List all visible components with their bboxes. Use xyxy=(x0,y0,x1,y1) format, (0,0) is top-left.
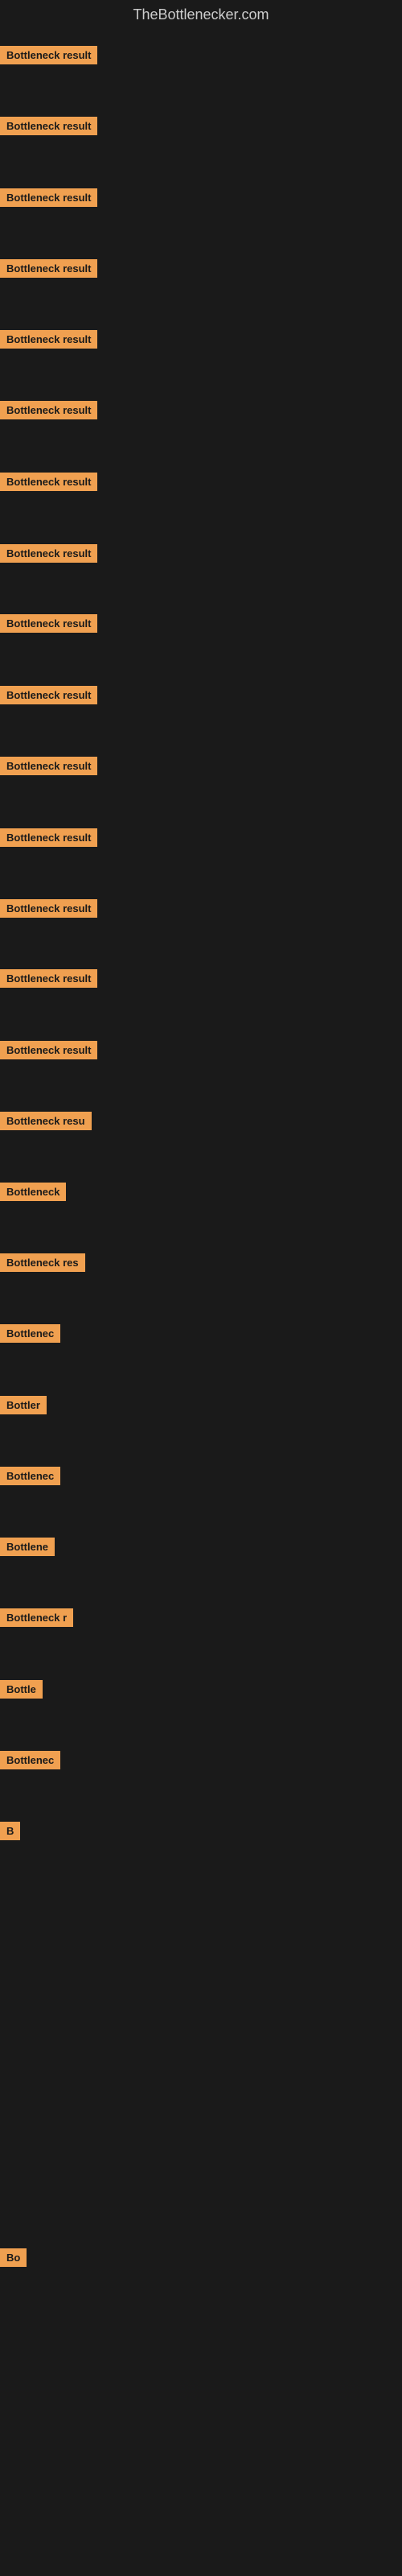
bottleneck-badge: Bottleneck result xyxy=(0,757,97,775)
bottleneck-item[interactable]: Bottlenec xyxy=(0,1751,60,1773)
bottleneck-item[interactable]: Bottleneck xyxy=(0,1183,66,1205)
bottleneck-badge: Bottleneck xyxy=(0,1183,66,1201)
bottleneck-item[interactable]: Bottlenec xyxy=(0,1467,60,1489)
bottleneck-item[interactable]: Bottleneck result xyxy=(0,686,97,708)
bottleneck-badge: Bottlene xyxy=(0,1538,55,1556)
bottleneck-item[interactable]: Bottleneck result xyxy=(0,544,97,567)
bottleneck-badge: Bottle xyxy=(0,1680,43,1699)
bottleneck-item[interactable]: Bottleneck result xyxy=(0,1041,97,1063)
bottleneck-badge: Bottleneck result xyxy=(0,1041,97,1059)
bottleneck-badge: Bottlenec xyxy=(0,1324,60,1343)
bottleneck-badge: Bottleneck result xyxy=(0,259,97,278)
bottleneck-item[interactable]: Bottleneck result xyxy=(0,46,97,68)
bottleneck-item[interactable]: Bottleneck r xyxy=(0,1608,73,1631)
bottleneck-item[interactable]: Bottle xyxy=(0,1680,43,1703)
bottleneck-item[interactable]: Bottlenec xyxy=(0,1324,60,1347)
bottleneck-badge: Bottleneck result xyxy=(0,969,97,988)
bottleneck-badge: Bottleneck result xyxy=(0,614,97,633)
bottleneck-item[interactable]: Bottleneck result xyxy=(0,969,97,992)
bottleneck-badge: B xyxy=(0,1822,20,1840)
bottleneck-badge: Bottleneck result xyxy=(0,117,97,135)
bottleneck-item[interactable]: Bottleneck result xyxy=(0,614,97,637)
site-title: TheBottlenecker.com xyxy=(0,0,402,27)
bottleneck-item[interactable]: Bottleneck result xyxy=(0,473,97,495)
bottleneck-badge: Bottleneck result xyxy=(0,401,97,419)
bottleneck-badge: Bottleneck res xyxy=(0,1253,85,1272)
bottleneck-item[interactable]: Bottleneck resu xyxy=(0,1112,92,1134)
bottleneck-item[interactable]: Bottleneck result xyxy=(0,330,97,353)
bottleneck-item[interactable]: Bottleneck result xyxy=(0,117,97,139)
bottleneck-item[interactable]: Bottleneck result xyxy=(0,259,97,282)
bottleneck-badge: Bottleneck result xyxy=(0,899,97,918)
bottleneck-item[interactable]: Bottlene xyxy=(0,1538,55,1560)
bottleneck-item[interactable]: Bottleneck result xyxy=(0,899,97,922)
bottleneck-badge: Bottleneck result xyxy=(0,473,97,491)
bottleneck-badge: Bottler xyxy=(0,1396,47,1414)
bottleneck-item[interactable]: Bottler xyxy=(0,1396,47,1418)
bottleneck-item[interactable]: B xyxy=(0,1822,20,1844)
bottleneck-badge: Bottleneck result xyxy=(0,686,97,704)
bottleneck-badge: Bottleneck result xyxy=(0,188,97,207)
bottleneck-item[interactable]: Bottleneck result xyxy=(0,188,97,211)
bottleneck-badge: Bottleneck resu xyxy=(0,1112,92,1130)
bottleneck-item[interactable]: Bottleneck result xyxy=(0,828,97,851)
bottleneck-badge: Bottleneck result xyxy=(0,544,97,563)
bottleneck-badge: Bottleneck result xyxy=(0,828,97,847)
bottleneck-item[interactable]: Bottleneck result xyxy=(0,757,97,779)
bottleneck-badge: Bottlenec xyxy=(0,1751,60,1769)
bottleneck-badge: Bottlenec xyxy=(0,1467,60,1485)
bottleneck-item[interactable]: Bottleneck res xyxy=(0,1253,85,1276)
bottleneck-item[interactable]: Bo xyxy=(0,2248,27,2271)
bottleneck-item[interactable]: Bottleneck result xyxy=(0,401,97,423)
bottleneck-badge: Bottleneck r xyxy=(0,1608,73,1627)
bottleneck-badge: Bottleneck result xyxy=(0,46,97,64)
bottleneck-badge: Bottleneck result xyxy=(0,330,97,349)
bottleneck-badge: Bo xyxy=(0,2248,27,2267)
